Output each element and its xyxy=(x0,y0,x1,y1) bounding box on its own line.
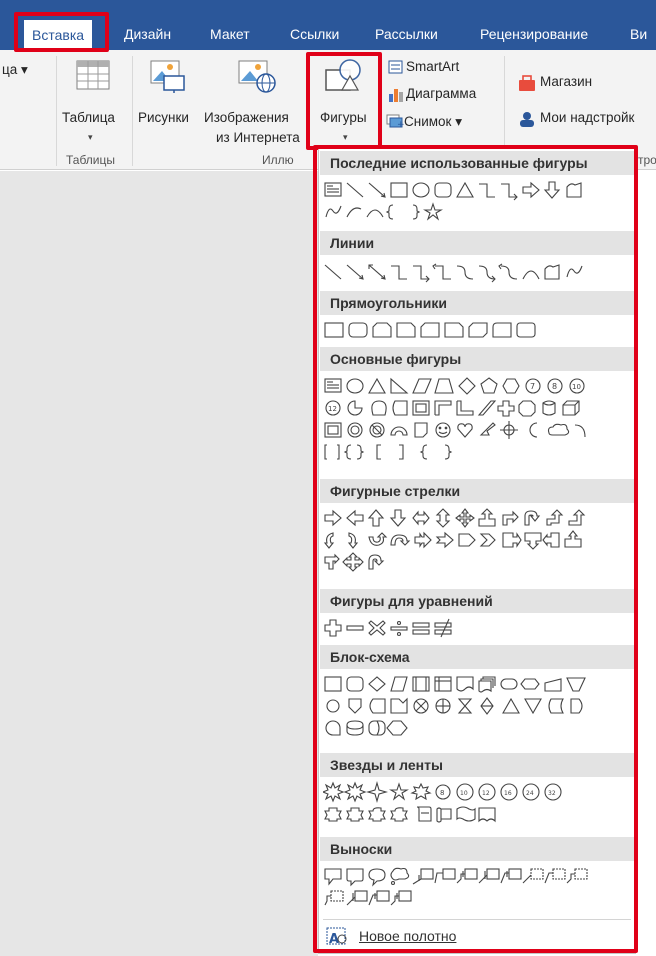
table-icon[interactable] xyxy=(76,60,110,90)
tab-layout[interactable]: Макет xyxy=(210,22,250,46)
store-button-label[interactable]: Магазин xyxy=(540,74,592,89)
smartart-icon[interactable] xyxy=(388,60,404,74)
pictures-icon[interactable] xyxy=(150,58,188,94)
pictures-button-label[interactable]: Рисунки xyxy=(138,110,189,125)
my-addins-button-label[interactable]: Мои надстройк xyxy=(540,110,634,125)
ribbon-separator xyxy=(132,56,133,166)
group-addins-label: тро xyxy=(638,153,656,167)
online-pictures-label-1[interactable]: Изображения xyxy=(204,110,289,125)
table-button-label[interactable]: Таблица xyxy=(62,110,115,125)
svg-text:+: + xyxy=(397,120,404,128)
ribbon-separator xyxy=(56,56,57,166)
tab-review[interactable]: Рецензирование xyxy=(480,22,588,46)
highlight-shapes-button xyxy=(306,52,382,150)
online-pictures-icon[interactable] xyxy=(238,58,278,94)
group-illustrations-label: Иллю xyxy=(262,153,294,167)
chart-button-label[interactable]: Диаграмма xyxy=(406,86,476,101)
online-pictures-label-2[interactable]: из Интернета xyxy=(216,130,300,145)
clipped-button-label[interactable]: ца ▾ xyxy=(2,62,28,78)
chart-icon[interactable] xyxy=(388,86,404,102)
tab-references[interactable]: Ссылки xyxy=(290,22,339,46)
screenshot-icon[interactable]: + xyxy=(386,112,404,128)
group-tables-label: Таблицы xyxy=(66,153,116,167)
tab-mailings[interactable]: Рассылки xyxy=(375,22,438,46)
my-addins-icon[interactable] xyxy=(518,110,536,128)
store-icon[interactable] xyxy=(518,74,536,92)
smartart-button-label[interactable]: SmartArt xyxy=(406,59,459,74)
highlight-insert-tab xyxy=(14,12,109,52)
highlight-shapes-dropdown xyxy=(313,145,638,953)
screenshot-button-label[interactable]: Снимок ▾ xyxy=(404,114,462,130)
tab-design[interactable]: Дизайн xyxy=(124,22,171,46)
chevron-down-icon: ▾ xyxy=(88,132,93,142)
tab-view[interactable]: Ви xyxy=(630,22,647,46)
